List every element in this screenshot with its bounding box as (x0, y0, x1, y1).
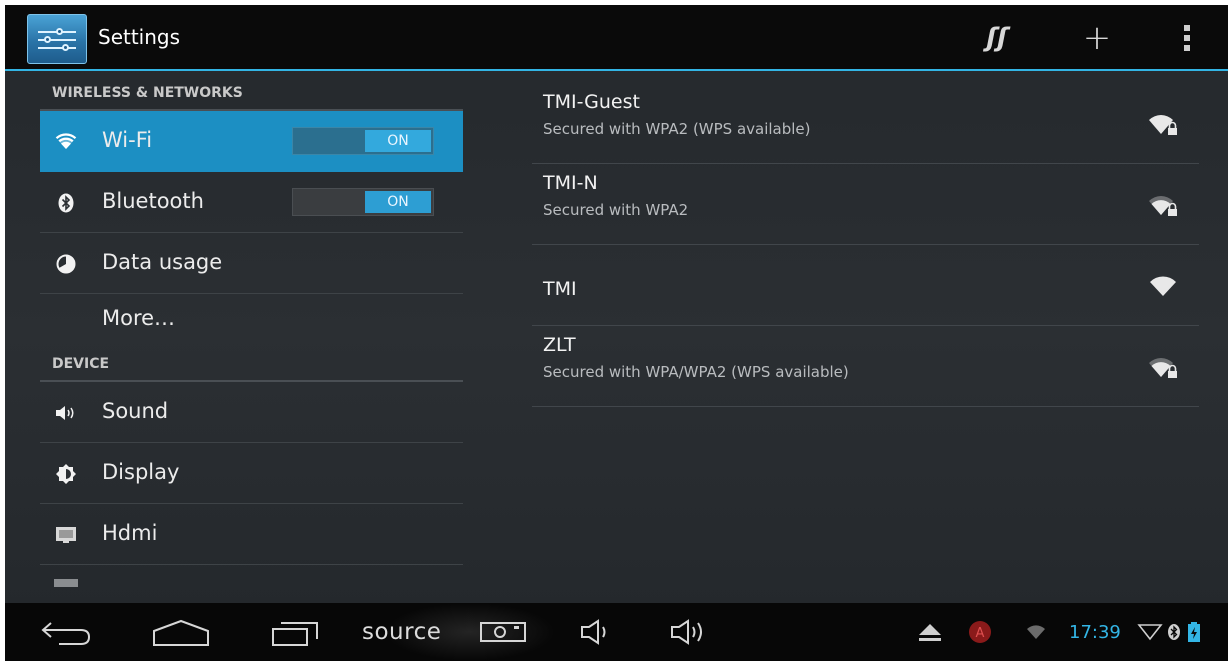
sidebar-item-display[interactable]: Display (40, 443, 463, 504)
sidebar-item-sound[interactable]: Sound (40, 382, 463, 443)
eject-icon[interactable] (917, 613, 943, 651)
sidebar-item-bluetooth[interactable]: Bluetooth ON (40, 172, 463, 233)
speaker-icon (54, 401, 78, 425)
wifi-toggle[interactable]: ON (292, 127, 434, 155)
sidebar-item-more[interactable]: More… (40, 294, 463, 344)
svg-text:A: A (976, 626, 985, 641)
network-row[interactable]: TMI-N Secured with WPA2 (532, 164, 1199, 245)
home-button[interactable] (150, 613, 212, 651)
wifi-icon (54, 130, 78, 154)
action-bar: Settings ʃʃ + (5, 5, 1228, 71)
back-arrow-icon (41, 622, 91, 645)
source-button[interactable]: source (362, 613, 441, 651)
volume-up-icon (671, 619, 702, 645)
network-row[interactable]: TMI-Guest Secured with WPA2 (WPS availab… (532, 83, 1199, 164)
network-security: Secured with WPA2 (543, 201, 689, 219)
sidebar-item-label: Data usage (102, 250, 223, 274)
network-ssid: TMI-N (543, 172, 598, 194)
wps-sync-button[interactable]: ʃʃ (975, 19, 1019, 57)
category-device: DEVICE (40, 344, 463, 382)
wifi-locked-icon (1149, 358, 1177, 378)
partial-icon (54, 579, 78, 587)
overflow-dots-icon (1184, 25, 1190, 31)
toggle-state: ON (365, 130, 431, 152)
sidebar-item-wifi[interactable]: Wi-Fi ON (40, 111, 463, 172)
wifi-locked-icon (1149, 196, 1177, 216)
overflow-menu-button[interactable] (1173, 19, 1201, 57)
network-ssid: ZLT (543, 334, 576, 356)
signal-icon (1137, 613, 1163, 651)
system-nav-bar: source A 17:39 (5, 603, 1228, 661)
wifi-locked-icon (1149, 115, 1177, 135)
wifi-network-list: TMI-Guest Secured with WPA2 (WPS availab… (532, 83, 1199, 407)
network-row[interactable]: TMI (532, 245, 1199, 326)
recents-icon (272, 622, 318, 646)
sidebar-item-label: More… (102, 306, 176, 330)
settings-sliders-icon[interactable] (27, 14, 87, 64)
network-ssid: TMI (543, 278, 577, 300)
bluetooth-toggle[interactable]: ON (292, 188, 434, 216)
settings-headers-list: WIRELESS & NETWORKS Wi-Fi ON Bluetooth O… (40, 73, 463, 607)
sidebar-item-label: Display (102, 460, 180, 484)
network-security: Secured with WPA2 (WPS available) (543, 120, 811, 138)
sidebar-item-label: Wi-Fi (102, 128, 153, 152)
network-security: Secured with WPA/WPA2 (WPS available) (543, 363, 849, 381)
network-row[interactable]: ZLT Secured with WPA/WPA2 (WPS available… (532, 326, 1199, 407)
category-wireless-networks: WIRELESS & NETWORKS (40, 73, 463, 111)
brightness-icon (54, 462, 78, 486)
sidebar-item-label: Bluetooth (102, 189, 204, 213)
plus-icon: + (1082, 18, 1112, 58)
sidebar-item-partial (40, 565, 463, 587)
alert-icon[interactable]: A (967, 613, 993, 651)
volume-down-icon (581, 619, 606, 645)
toggle-state: ON (365, 191, 431, 213)
data-usage-icon (54, 252, 78, 276)
sidebar-item-label: Hdmi (102, 521, 158, 545)
page-title: Settings (98, 25, 181, 49)
volume-up-button[interactable] (669, 613, 713, 651)
wps-sync-icon: ʃʃ (986, 23, 1008, 53)
screenshot-icon (480, 622, 526, 642)
status-clock[interactable]: 17:39 (1069, 613, 1121, 651)
screenshot-button[interactable] (478, 613, 528, 651)
sidebar-item-data-usage[interactable]: Data usage (40, 233, 463, 294)
volume-down-button[interactable] (579, 613, 615, 651)
monitor-icon (54, 523, 78, 547)
add-network-button[interactable]: + (1075, 18, 1119, 58)
home-icon (153, 619, 209, 646)
network-ssid: TMI-Guest (543, 91, 640, 113)
recents-button[interactable] (269, 613, 325, 651)
battery-icon (1187, 613, 1201, 651)
sidebar-item-label: Sound (102, 399, 169, 423)
sidebar-item-hdmi[interactable]: Hdmi (40, 504, 463, 565)
tablet-screen: Settings ʃʃ + WIRELESS & NETWORKS Wi-Fi … (5, 5, 1228, 661)
bluetooth-icon (54, 191, 78, 215)
bluetooth-status-icon (1167, 613, 1181, 651)
back-button[interactable] (35, 613, 97, 651)
wifi-open-icon (1150, 276, 1176, 296)
wifi-status-icon (1025, 613, 1047, 651)
